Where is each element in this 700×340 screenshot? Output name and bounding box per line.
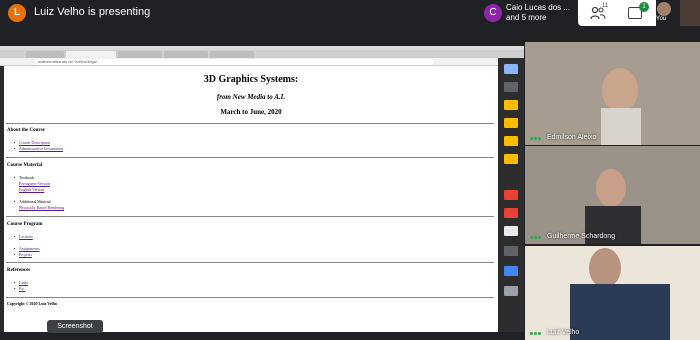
browser-tab[interactable]	[210, 51, 254, 58]
browser-tabstrip	[0, 50, 524, 58]
presenting-status: Luiz Velho is presenting	[34, 6, 151, 18]
divider	[6, 297, 494, 298]
link-lectures[interactable]: Lectures	[19, 234, 33, 239]
presenter-avatar: L	[8, 4, 26, 22]
link-administrative-information[interactable]: Administrative Information	[19, 146, 63, 151]
participants-summary: Caio Lucas dos ... and 5 more	[506, 3, 570, 23]
divider	[6, 123, 494, 124]
bullet: •	[14, 252, 16, 257]
link-course-description[interactable]: Course Description	[19, 140, 50, 145]
page-title: 3D Graphics Systems:	[203, 74, 299, 85]
pdf-icon[interactable]	[504, 190, 518, 200]
folder-icon[interactable]	[504, 154, 518, 164]
audio-level-icon	[530, 135, 544, 140]
link-portuguese-version[interactable]: Portuguese Version	[19, 181, 50, 186]
meet-window: L Luiz Velho is presenting C Caio Lucas …	[0, 0, 700, 340]
participant-tile[interactable]: Luiz Velho	[525, 246, 700, 340]
section-heading-program: Course Program	[7, 222, 43, 227]
file-icon[interactable]	[504, 82, 518, 92]
participant-tile[interactable]: Guilherme Schardong	[525, 146, 700, 244]
participant-name: Edmilson Aleixo	[530, 134, 596, 141]
participant-tile[interactable]: Edmilson Aleixo	[525, 42, 700, 145]
shared-screen: mathematica.ufs.br/~lvelho/3dgs/ 3D Grap…	[0, 46, 524, 332]
copyright: Copyright © 2020 Luiz Velho	[7, 301, 57, 306]
link-physically-based-rendering[interactable]: Physically Based Rendering	[19, 205, 64, 210]
participants-line1: Caio Lucas dos ...	[506, 3, 571, 12]
video-feed	[525, 42, 700, 145]
link-assignments[interactable]: Assignments	[19, 246, 40, 251]
audio-level-icon	[530, 330, 544, 335]
bullet: •	[14, 140, 16, 145]
link-etc[interactable]: Etc.	[19, 286, 25, 291]
page-subtitle: from New Media to A.I.	[216, 93, 286, 101]
participant-name: Luiz Velho	[530, 329, 579, 336]
section-heading-references: References	[7, 268, 31, 273]
course-webpage: 3D Graphics Systems: from New Media to A…	[4, 66, 498, 332]
self-label: You	[656, 16, 667, 22]
url-input[interactable]: mathematica.ufs.br/~lvelho/3dgs/	[34, 59, 434, 65]
video-feed	[525, 146, 700, 244]
folder-icon[interactable]	[504, 136, 518, 146]
folder-icon[interactable]	[504, 100, 518, 110]
people-count: 11	[602, 3, 609, 9]
additional-material-label: Additional Material	[19, 199, 51, 204]
file-icon[interactable]	[504, 226, 518, 236]
section-heading-about: About the Course	[7, 128, 45, 133]
bullet: •	[14, 234, 16, 239]
browser-tab[interactable]	[164, 51, 208, 58]
participants-line2: and 5 more	[506, 13, 547, 22]
pdf-icon[interactable]	[504, 208, 518, 218]
divider	[6, 262, 494, 263]
self-video-thumbnail[interactable]	[680, 0, 700, 26]
bullet: •	[14, 286, 16, 291]
disk-icon[interactable]	[504, 286, 518, 296]
link-links[interactable]: Links	[19, 280, 28, 285]
self-avatar	[657, 2, 671, 16]
video-feed	[525, 246, 700, 340]
link-projects[interactable]: Projects	[19, 252, 32, 257]
section-heading-material: Course Material	[7, 163, 43, 168]
top-bar: L Luiz Velho is presenting C Caio Lucas …	[0, 0, 700, 26]
screenshot-icon[interactable]	[504, 246, 518, 256]
folder-icon[interactable]	[504, 64, 518, 74]
folder-icon[interactable]	[504, 266, 518, 276]
chat-badge: 1	[639, 2, 649, 12]
meeting-controls: 11 1	[578, 0, 656, 26]
bullet: •	[14, 280, 16, 285]
link-english-version[interactable]: English Version	[19, 187, 44, 192]
bullet: •	[14, 199, 16, 204]
browser-tab[interactable]	[118, 51, 162, 58]
textbook-label: Textbook	[19, 175, 35, 180]
browser-tab-active[interactable]	[66, 51, 116, 58]
bullet: •	[14, 146, 16, 151]
audio-level-icon	[530, 234, 544, 239]
browser-tab[interactable]	[26, 51, 64, 58]
bullet: •	[14, 246, 16, 251]
divider	[6, 216, 494, 217]
avatar: C	[484, 4, 502, 22]
participants-chip[interactable]: C Caio Lucas dos ... and 5 more	[480, 1, 575, 25]
participant-name: Guilherme Schardong	[530, 233, 615, 240]
bullet: •	[14, 175, 16, 180]
desktop-icons-column	[498, 58, 524, 332]
folder-icon[interactable]	[504, 118, 518, 128]
divider	[6, 157, 494, 158]
browser-address-bar: mathematica.ufs.br/~lvelho/3dgs/	[0, 58, 498, 66]
page-date: March to June, 2020	[220, 108, 282, 116]
screenshot-tooltip: Screenshot	[47, 320, 103, 333]
